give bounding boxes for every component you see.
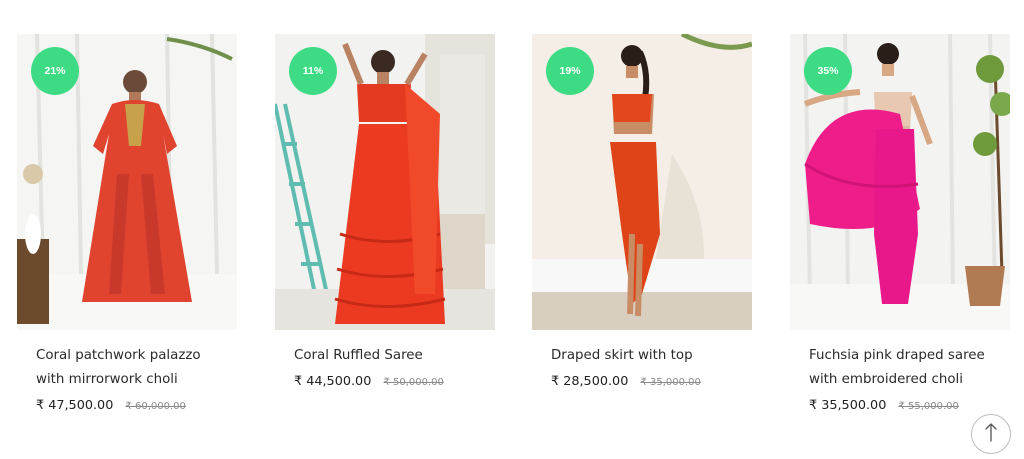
product-card: 35% Fuchsia pink draped saree with embro… [790,34,1010,413]
product-title[interactable]: Coral patchwork palazzo with mirrorwork … [36,344,226,392]
original-price: ₹ 50,000.00 [383,377,444,388]
product-grid: 21% Coral patchwork palazzo with mirrorw… [0,0,1024,459]
original-price: ₹ 60,000.00 [125,401,186,412]
product-info: Coral Ruffled Saree ₹ 44,500.00 ₹ 50,000… [275,330,495,389]
product-info: Coral patchwork palazzo with mirrorwork … [17,330,237,413]
product-card: 21% Coral patchwork palazzo with mirrorw… [17,34,237,413]
scroll-to-top-button[interactable] [971,414,1011,454]
product-info: Fuchsia pink draped saree with embroider… [790,330,1010,413]
discount-badge: 21% [31,47,79,95]
product-title[interactable]: Fuchsia pink draped saree with embroider… [809,344,999,392]
sale-price: ₹ 28,500.00 [551,374,629,389]
original-price: ₹ 35,000.00 [640,377,701,388]
product-image[interactable]: 21% [17,34,237,330]
price-row: ₹ 35,500.00 ₹ 55,000.00 [809,394,1010,413]
discount-badge: 11% [289,47,337,95]
sale-price: ₹ 35,500.00 [809,398,887,413]
product-image[interactable]: 11% [275,34,495,330]
product-title[interactable]: Coral Ruffled Saree [294,344,484,368]
discount-badge: 19% [546,47,594,95]
arrow-up-icon [983,422,999,447]
product-info: Draped skirt with top ₹ 28,500.00 ₹ 35,0… [532,330,752,389]
sale-price: ₹ 47,500.00 [36,398,114,413]
price-row: ₹ 44,500.00 ₹ 50,000.00 [294,370,495,389]
product-card: 19% Draped skirt with top ₹ 28,500.00 ₹ … [532,34,752,389]
price-row: ₹ 28,500.00 ₹ 35,000.00 [551,370,752,389]
price-row: ₹ 47,500.00 ₹ 60,000.00 [36,394,237,413]
sale-price: ₹ 44,500.00 [294,374,372,389]
original-price: ₹ 55,000.00 [898,401,959,412]
product-image[interactable]: 19% [532,34,752,330]
product-image[interactable]: 35% [790,34,1010,330]
discount-badge: 35% [804,47,852,95]
product-title[interactable]: Draped skirt with top [551,344,741,368]
product-card: 11% Coral Ruffled Saree ₹ 44,500.00 ₹ 50… [275,34,495,389]
